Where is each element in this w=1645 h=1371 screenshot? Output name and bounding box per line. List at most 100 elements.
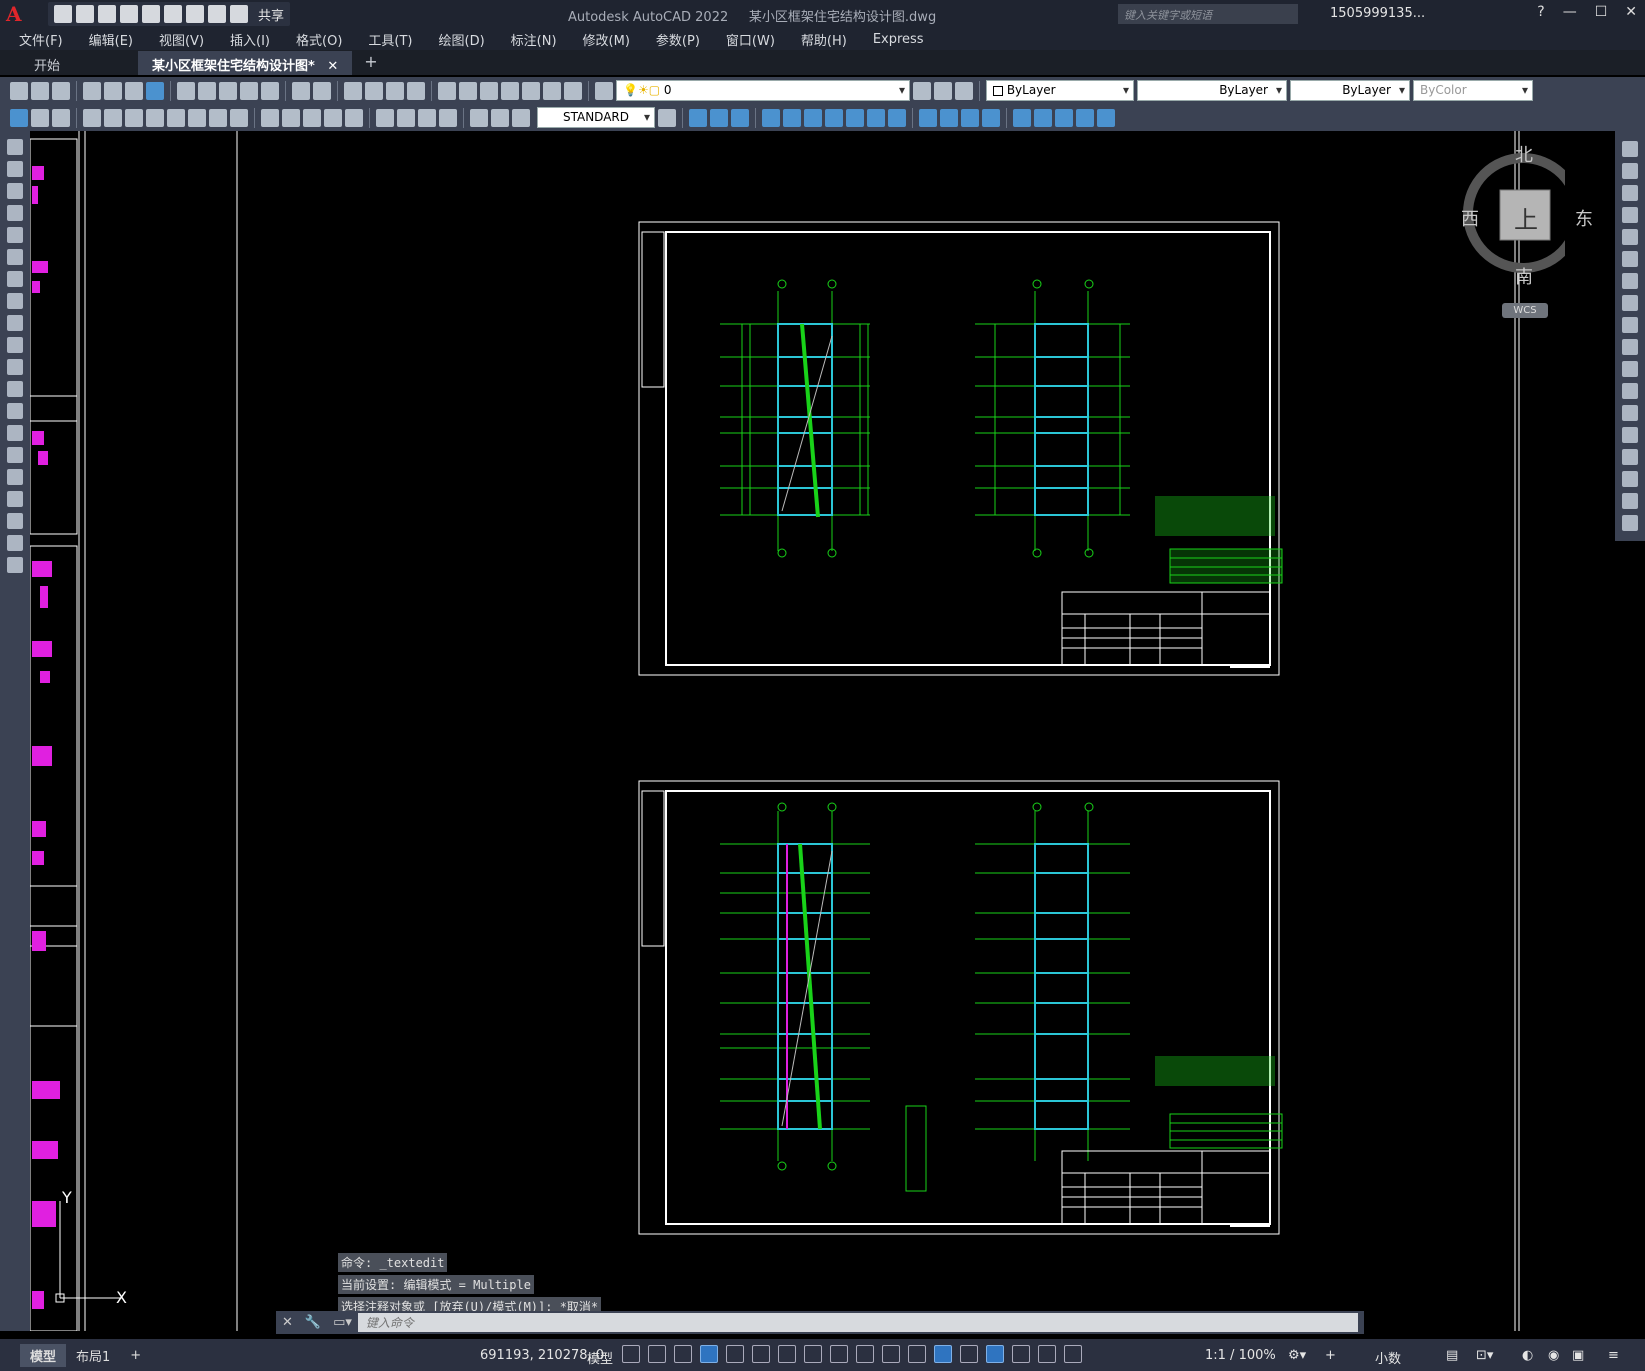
pan-icon[interactable] <box>344 81 362 100</box>
open-icon[interactable] <box>31 81 49 100</box>
3d-array-icon[interactable] <box>1097 108 1115 127</box>
annotation-visibility-icon[interactable] <box>1012 1345 1030 1363</box>
lineweight-dropdown[interactable]: ByLayer <box>1290 80 1410 101</box>
fillet-icon[interactable] <box>1622 471 1638 487</box>
isolate-objects-icon[interactable]: ◐ <box>1522 1348 1533 1363</box>
qnew-icon[interactable] <box>10 81 28 100</box>
make-current-icon[interactable] <box>913 81 931 100</box>
3d-mirror-icon[interactable] <box>1076 108 1094 127</box>
tab-start[interactable]: 开始 <box>20 51 138 75</box>
block-icon[interactable] <box>52 108 70 127</box>
cylinder-icon[interactable] <box>731 108 749 127</box>
viewcube[interactable]: 北 南 东 西 上 <box>1435 143 1593 288</box>
jogged-linear-icon[interactable] <box>439 108 457 127</box>
command-recent-icon[interactable]: ▭▾ <box>327 1315 358 1330</box>
undo-icon[interactable] <box>292 81 310 100</box>
layout-tab-model[interactable]: 模型 <box>20 1343 67 1367</box>
make-block-icon[interactable] <box>7 403 23 419</box>
insert-block-icon[interactable] <box>7 381 23 397</box>
copy-icon[interactable] <box>198 81 216 100</box>
units-dropdown[interactable]: 小数 <box>1375 1348 1401 1367</box>
copy-icon[interactable] <box>1622 163 1638 179</box>
lock-ui-icon[interactable]: ⊡▾ <box>1476 1348 1493 1363</box>
redo-icon[interactable] <box>313 81 331 100</box>
dim-text-edit-icon[interactable] <box>491 108 509 127</box>
mirror-icon[interactable] <box>1622 185 1638 201</box>
3d-move-icon[interactable] <box>1013 108 1031 127</box>
drawing-sheet-1[interactable] <box>638 221 1283 676</box>
scale-icon[interactable] <box>1622 295 1638 311</box>
grid-icon[interactable] <box>622 1345 640 1363</box>
new-icon[interactable] <box>54 5 72 23</box>
command-customize-icon[interactable]: 🔧 <box>299 1315 327 1330</box>
cut-icon[interactable] <box>177 81 195 100</box>
ellipse-arc-icon[interactable] <box>7 359 23 375</box>
3d-print-icon[interactable] <box>146 81 164 100</box>
dynamic-ucs-icon[interactable] <box>934 1345 952 1363</box>
linetype-dropdown[interactable]: ByLayer <box>1137 80 1287 101</box>
object-snap-tracking-icon[interactable] <box>778 1345 796 1363</box>
open-web-icon[interactable] <box>142 5 160 23</box>
intersect-icon[interactable] <box>888 108 906 127</box>
polygon-icon[interactable] <box>7 205 23 221</box>
layer-dropdown[interactable]: 💡☀▢ 0 <box>616 80 910 101</box>
markup-icon[interactable] <box>522 81 540 100</box>
explode-icon[interactable] <box>1622 515 1638 531</box>
dim-angular-icon[interactable] <box>230 108 248 127</box>
undo-icon[interactable] <box>208 5 226 23</box>
sphere-icon[interactable] <box>710 108 728 127</box>
circle-icon[interactable] <box>7 271 23 287</box>
close-button[interactable]: ✕ <box>1625 4 1637 20</box>
menu-edit[interactable]: 编辑(E) <box>78 30 144 49</box>
drawing-canvas[interactable]: Y X <box>30 131 1615 1331</box>
dim-baseline-icon[interactable] <box>282 108 300 127</box>
arc-icon[interactable] <box>7 249 23 265</box>
section-icon[interactable] <box>940 108 958 127</box>
erase-icon[interactable] <box>1622 141 1638 157</box>
menu-insert[interactable]: 插入(I) <box>219 30 281 49</box>
extend-icon[interactable] <box>1622 361 1638 377</box>
mtext-icon[interactable] <box>7 535 23 551</box>
array-icon[interactable] <box>1622 229 1638 245</box>
menu-view[interactable]: 视图(V) <box>148 30 215 49</box>
auto-scale-icon[interactable] <box>1038 1345 1056 1363</box>
break-icon[interactable] <box>1622 405 1638 421</box>
zoom-window-icon[interactable] <box>386 81 404 100</box>
match-properties-icon[interactable] <box>240 81 258 100</box>
layer-previous-icon[interactable] <box>934 81 952 100</box>
share-button[interactable]: 共享 <box>258 5 284 24</box>
viewcube-east[interactable]: 东 <box>1575 205 1593 231</box>
union-icon[interactable] <box>846 108 864 127</box>
help-icon[interactable] <box>564 81 582 100</box>
line-icon[interactable] <box>7 139 23 155</box>
save-icon[interactable] <box>52 81 70 100</box>
center-mark-icon[interactable] <box>397 108 415 127</box>
sheet-set-icon[interactable] <box>501 81 519 100</box>
lineweight-icon[interactable] <box>830 1345 848 1363</box>
blend-icon[interactable] <box>1622 493 1638 509</box>
shell-icon[interactable] <box>982 108 1000 127</box>
dim-ordinate-icon[interactable] <box>146 108 164 127</box>
dim-continue-icon[interactable] <box>303 108 321 127</box>
spline-icon[interactable] <box>7 315 23 331</box>
save-web-icon[interactable] <box>164 5 182 23</box>
object-snap-icon[interactable] <box>804 1345 822 1363</box>
ellipse-icon[interactable] <box>7 337 23 353</box>
point-icon[interactable] <box>7 425 23 441</box>
viewcube-top-face[interactable]: 上 <box>1514 200 1538 235</box>
attribute-icon[interactable] <box>31 108 49 127</box>
menu-window[interactable]: 窗口(W) <box>715 30 786 49</box>
maximize-button[interactable]: ☐ <box>1595 4 1608 20</box>
command-close-icon[interactable]: ✕ <box>276 1315 299 1330</box>
imprint-icon[interactable] <box>961 108 979 127</box>
dim-style-icon[interactable] <box>658 108 676 127</box>
cursor-coordinates[interactable]: 691193, 210278, 0 <box>480 1348 604 1363</box>
selection-filter-icon[interactable] <box>960 1345 978 1363</box>
edit-block-icon[interactable] <box>10 108 28 127</box>
revcloud-icon[interactable] <box>7 293 23 309</box>
ortho-icon[interactable] <box>700 1345 718 1363</box>
wcs-menu[interactable]: WCS <box>1502 303 1548 318</box>
sweep-icon[interactable] <box>804 108 822 127</box>
offset-icon[interactable] <box>1622 207 1638 223</box>
layer-properties-icon[interactable] <box>595 81 613 100</box>
